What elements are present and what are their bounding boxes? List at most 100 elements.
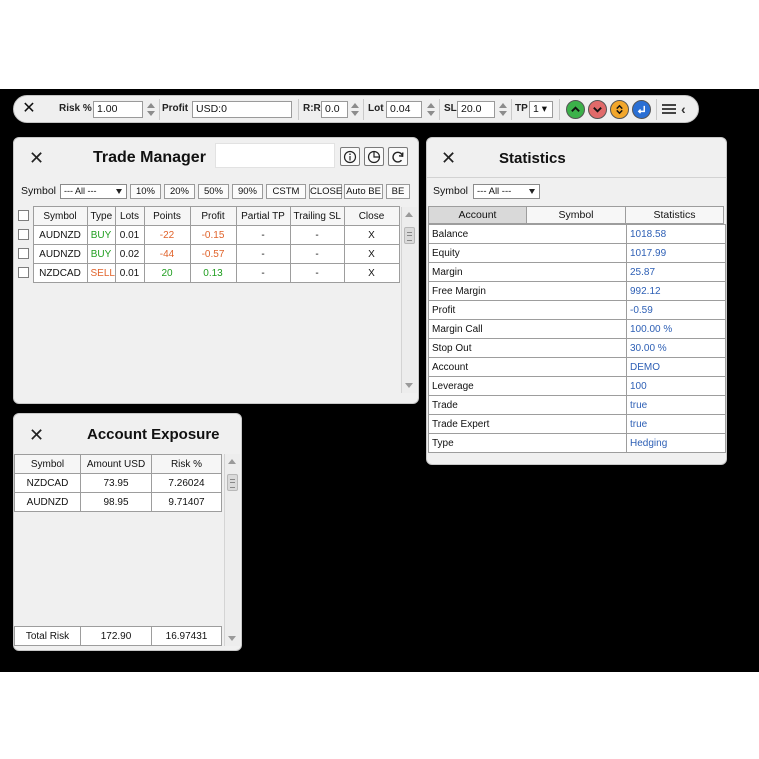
close-icon[interactable]: ✕: [441, 149, 456, 167]
table-row[interactable]: NZDCAD SELL 0.01 20 0.13 - - X: [14, 263, 400, 283]
sl-label: SL: [444, 103, 457, 114]
divider: [427, 177, 726, 178]
symbol-cell: AUDNZD: [32, 225, 88, 245]
scroll-thumb[interactable]: [227, 474, 238, 491]
symbol-label: Symbol: [433, 185, 469, 197]
divider: [511, 99, 512, 120]
type-cell: BUY: [86, 244, 116, 264]
buy-up-button[interactable]: [566, 100, 585, 119]
close-90-percent-button[interactable]: 90%: [232, 184, 263, 199]
amount-cell: 73.95: [80, 473, 152, 493]
lot-stepper[interactable]: [427, 102, 435, 117]
row-checkbox[interactable]: [17, 229, 29, 241]
breakeven-button[interactable]: BE: [386, 184, 410, 199]
scroll-up-icon[interactable]: [405, 212, 413, 217]
select-all-cell[interactable]: [14, 207, 33, 226]
profit-cell: -0.57: [189, 244, 237, 264]
column-header[interactable]: Trailing SL: [289, 206, 345, 226]
sl-input[interactable]: 20.0: [457, 101, 495, 118]
close-trade-button[interactable]: X: [343, 263, 400, 283]
column-header[interactable]: Profit: [189, 206, 237, 226]
close-trade-button[interactable]: X: [343, 225, 400, 245]
column-header[interactable]: Lots: [114, 206, 145, 226]
row-checkbox[interactable]: [17, 248, 29, 260]
scroll-thumb[interactable]: [404, 227, 415, 244]
table-row[interactable]: AUDNZD BUY 0.02 -44 -0.57 - - X: [14, 244, 400, 264]
risk-input[interactable]: 1.00: [93, 101, 143, 118]
enter-button[interactable]: [632, 100, 651, 119]
stat-label: Type: [428, 433, 627, 453]
symbol-filter-select[interactable]: --- All ---: [60, 184, 127, 199]
total-amount: 172.90: [80, 626, 152, 646]
scroll-up-icon[interactable]: [228, 459, 236, 464]
profit-input[interactable]: USD:0: [192, 101, 292, 118]
stat-label: Profit: [428, 300, 627, 320]
column-header[interactable]: Close: [343, 206, 400, 226]
close-trade-button[interactable]: X: [343, 244, 400, 264]
close-all-button[interactable]: CLOSE: [309, 184, 342, 199]
lot-input[interactable]: 0.04: [386, 101, 422, 118]
chart-button[interactable]: [364, 147, 384, 166]
row-select-cell[interactable]: [14, 245, 33, 264]
symbol-cell: AUDNZD: [14, 492, 81, 512]
column-header[interactable]: Symbol: [32, 206, 88, 226]
exposure-scrollbar[interactable]: [224, 454, 240, 646]
profit-cell: -0.15: [189, 225, 237, 245]
scroll-down-icon[interactable]: [228, 636, 236, 641]
swap-button[interactable]: [610, 100, 629, 119]
table-row[interactable]: AUDNZD 98.95 9.71407: [14, 492, 222, 512]
sell-down-button[interactable]: [588, 100, 607, 119]
row-select-cell[interactable]: [14, 226, 33, 245]
trades-scrollbar[interactable]: [401, 207, 417, 393]
close-icon[interactable]: ✕: [20, 100, 38, 118]
close-icon[interactable]: ✕: [29, 149, 44, 167]
row-checkbox[interactable]: [17, 267, 29, 279]
stat-label: Stop Out: [428, 338, 627, 358]
partial-tp-cell[interactable]: -: [235, 244, 291, 264]
trailing-sl-cell[interactable]: -: [289, 244, 345, 264]
total-row: Total Risk 172.90 16.97431: [14, 626, 222, 646]
tab-account[interactable]: Account: [428, 206, 527, 224]
risk-label: Risk %: [59, 103, 92, 114]
refresh-button[interactable]: [388, 147, 408, 166]
risk-stepper[interactable]: [147, 102, 155, 117]
scroll-down-icon[interactable]: [405, 383, 413, 388]
menu-icon[interactable]: [662, 102, 676, 116]
tp-select[interactable]: 1 ▾: [529, 101, 553, 118]
symbol-filter-select[interactable]: --- All ---: [473, 184, 540, 199]
select-all-checkbox[interactable]: [17, 210, 29, 222]
column-header[interactable]: Type: [86, 206, 116, 226]
auto-breakeven-button[interactable]: Auto BE: [344, 184, 383, 199]
table-row[interactable]: AUDNZD BUY 0.01 -22 -0.15 - - X: [14, 225, 400, 245]
search-field[interactable]: [215, 143, 335, 168]
divider: [656, 99, 657, 120]
divider: [559, 99, 560, 120]
trailing-sl-cell[interactable]: -: [289, 225, 345, 245]
trailing-sl-cell[interactable]: -: [289, 263, 345, 283]
info-button[interactable]: [340, 147, 360, 166]
symbol-cell: NZDCAD: [32, 263, 88, 283]
column-header[interactable]: Amount USD: [80, 454, 152, 474]
close-10-percent-button[interactable]: 10%: [130, 184, 161, 199]
collapse-chevron-icon[interactable]: ‹: [681, 101, 693, 117]
close-50-percent-button[interactable]: 50%: [198, 184, 229, 199]
sl-stepper[interactable]: [499, 102, 507, 117]
column-header[interactable]: Points: [143, 206, 191, 226]
tab-symbol[interactable]: Symbol: [526, 206, 626, 224]
total-risk: 16.97431: [151, 626, 222, 646]
row-select-cell[interactable]: [14, 264, 33, 283]
rr-input[interactable]: 0.0: [321, 101, 348, 118]
close-20-percent-button[interactable]: 20%: [164, 184, 195, 199]
tab-statistics[interactable]: Statistics: [625, 206, 724, 224]
table-row[interactable]: NZDCAD 73.95 7.26024: [14, 473, 222, 493]
partial-tp-cell[interactable]: -: [235, 225, 291, 245]
dropdown-arrow-icon: [529, 189, 535, 194]
column-header[interactable]: Partial TP: [235, 206, 291, 226]
partial-tp-cell[interactable]: -: [235, 263, 291, 283]
close-icon[interactable]: ✕: [29, 426, 44, 444]
column-header[interactable]: Symbol: [14, 454, 81, 474]
rr-stepper[interactable]: [351, 102, 359, 117]
custom-close-button[interactable]: CSTM: [266, 184, 306, 199]
dropdown-arrow-icon: [116, 189, 122, 194]
column-header[interactable]: Risk %: [151, 454, 222, 474]
